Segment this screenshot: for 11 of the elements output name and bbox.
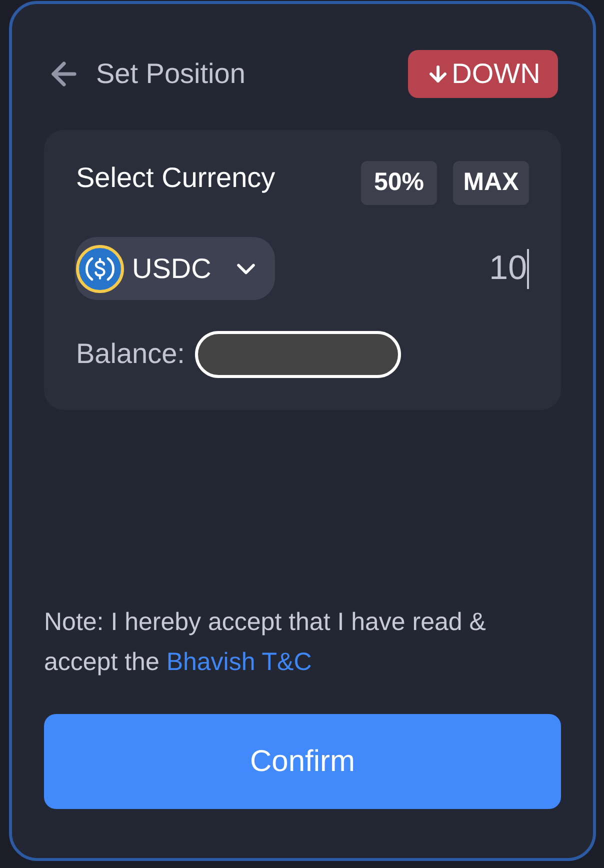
currency-selector[interactable]: USDC: [75, 237, 275, 300]
page-title: Set Position: [96, 57, 246, 91]
panel-title: Select Currency: [76, 161, 276, 195]
terms-link[interactable]: Bhavish T&C: [166, 648, 312, 676]
quick-amount-button[interactable]: MAX: [453, 161, 529, 205]
terms-note: Note: I hereby accept that I have read & accept the Bhavish T&C: [44, 607, 487, 678]
direction-label: DOWN: [452, 57, 540, 91]
quick-amount-button[interactable]: 50%: [361, 161, 437, 205]
balance-label: Balance:: [76, 337, 185, 371]
coin-icon: [76, 244, 124, 292]
amount-input[interactable]: 10: [489, 244, 529, 294]
